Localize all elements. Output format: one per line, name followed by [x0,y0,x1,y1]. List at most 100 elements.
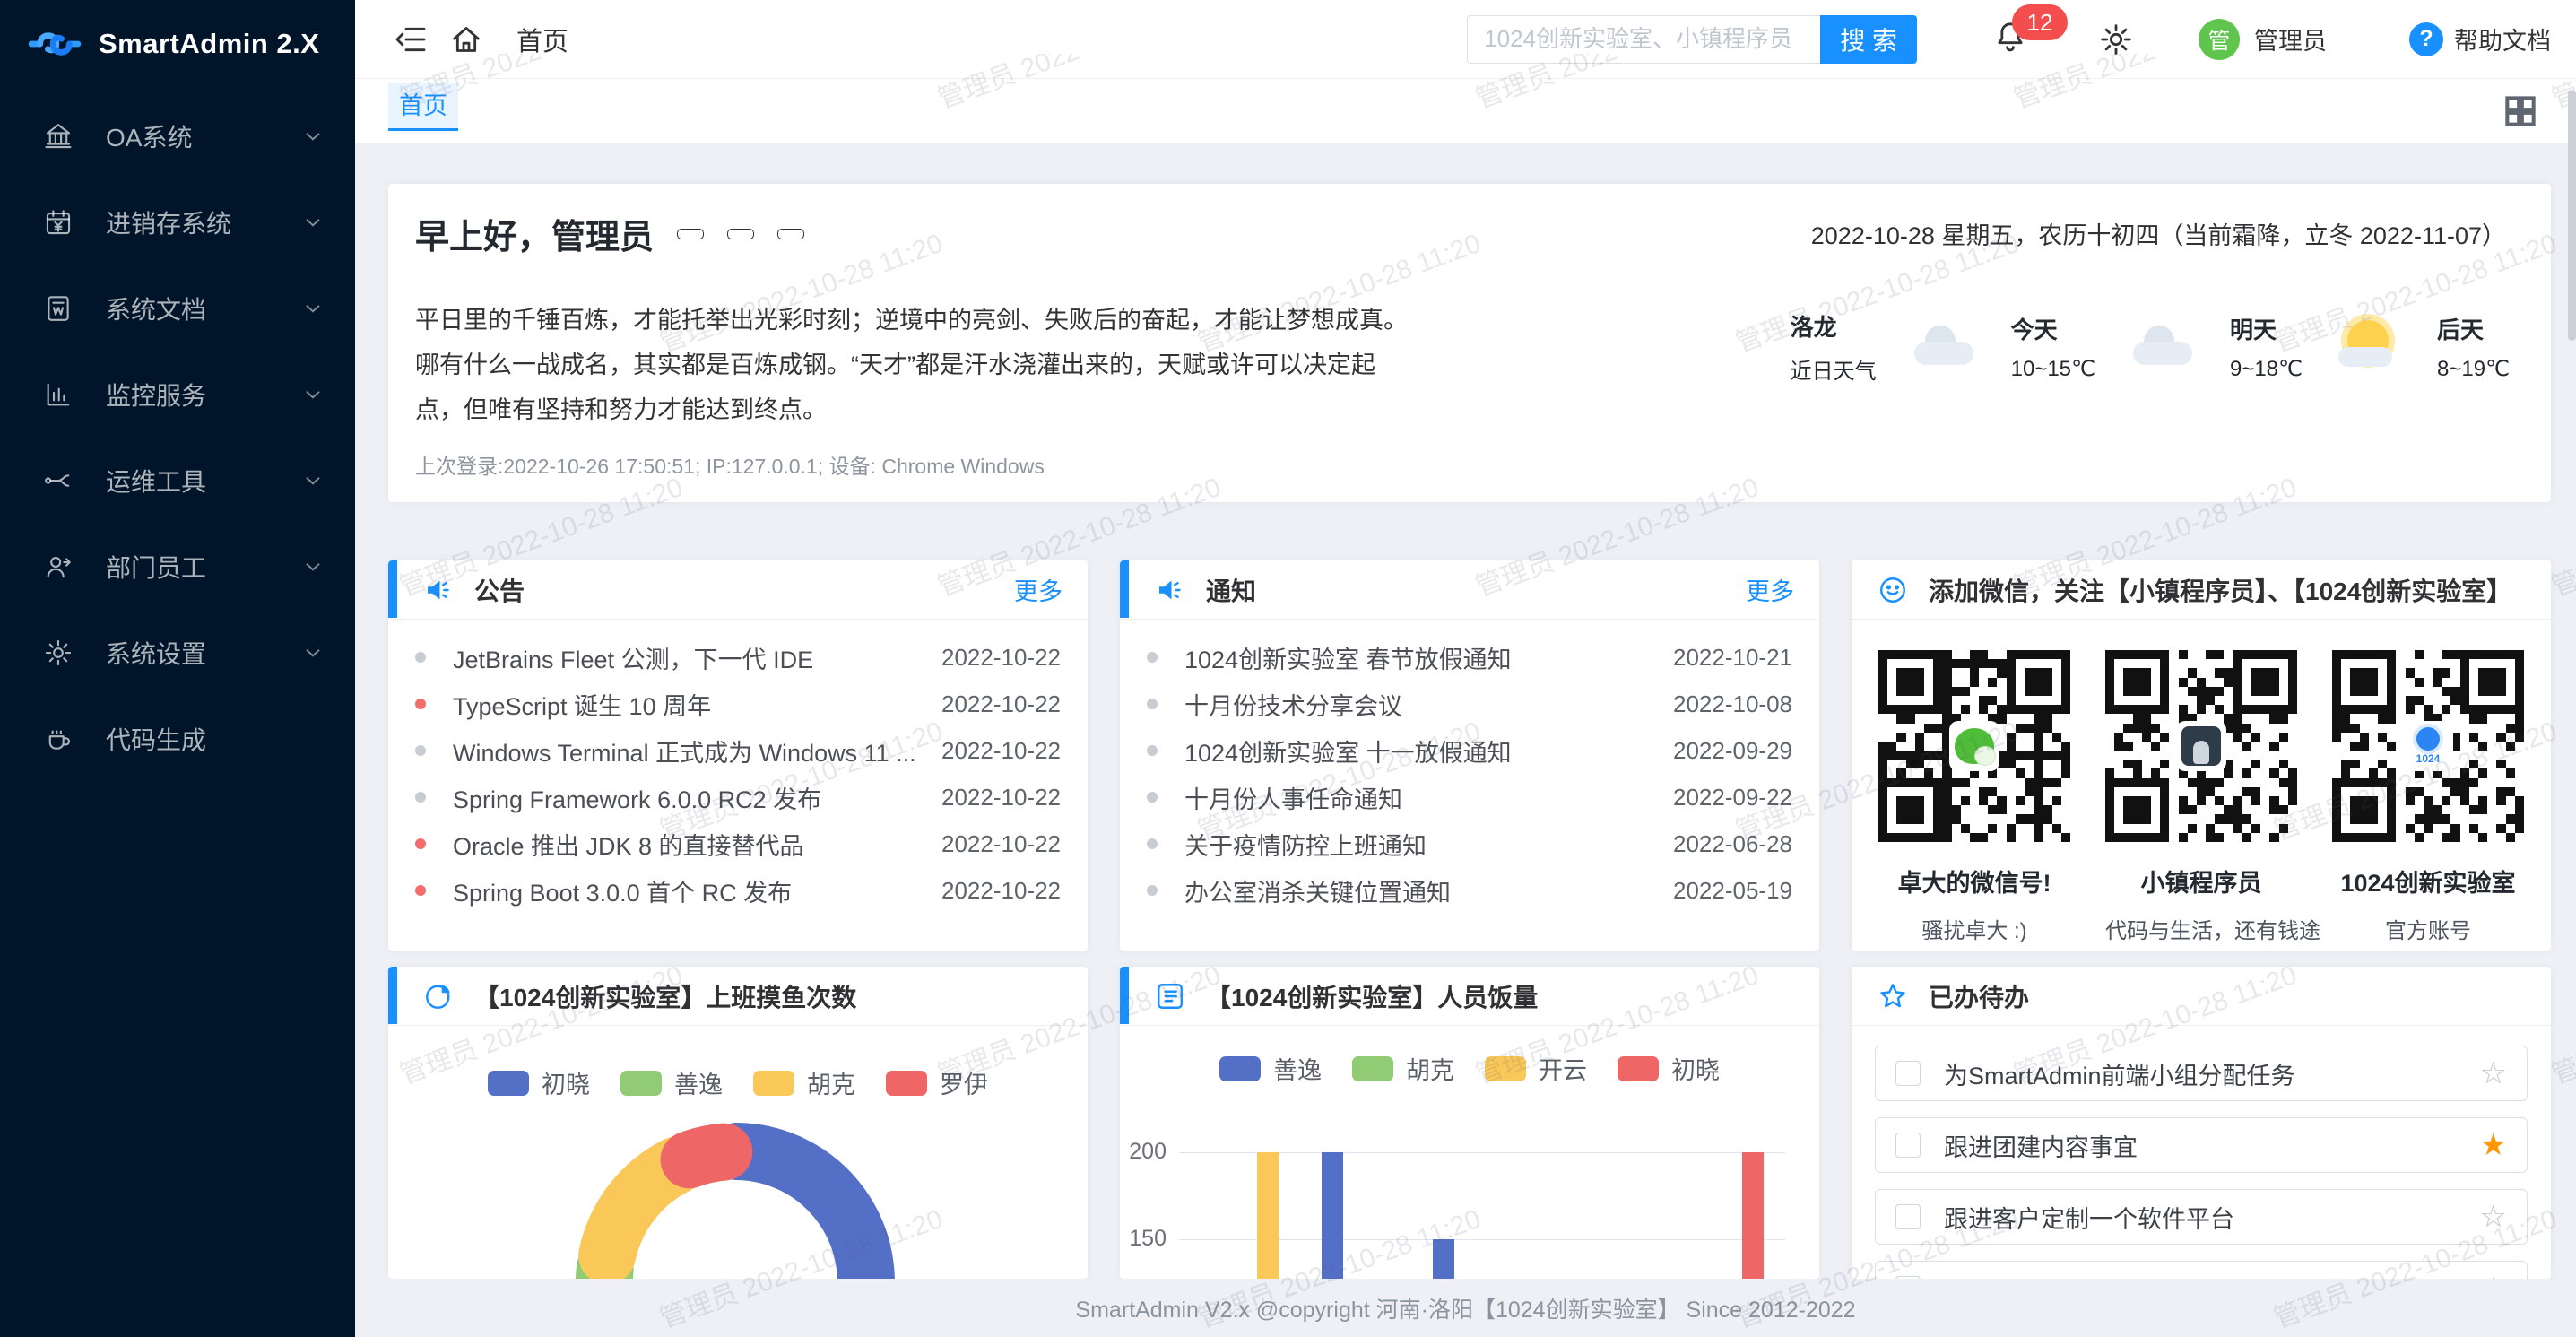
qr-center-logo [2176,721,2226,771]
qrcode-block: 小镇程序员 代码与生活，还有钱途 [2105,650,2297,944]
sidebar-item-icon [43,638,74,668]
legend-swatch [1485,1056,1526,1081]
list-item[interactable]: 关于疫情防控上班通知 2022-06-28 [1120,820,1819,867]
qr-name: 卓大的微信号! [1878,864,2070,899]
legend-item[interactable]: 善逸 [1219,1051,1322,1086]
legend-item[interactable]: 善逸 [620,1065,723,1100]
list-item[interactable]: 1024创新实验室 春节放假通知 2022-10-21 [1120,634,1819,681]
notices-header: 通知 更多 [1120,560,1819,620]
meal-chart-card: 【1024创新实验室】人员饭量 善逸 胡克 开云 [1120,967,1819,1279]
weather-day: 明天 9~18℃ [2230,312,2303,382]
todo-header: 已办待办 [1852,967,2551,1026]
notification-bell[interactable]: 12 [1992,19,2028,59]
qr-name: 1024创新实验室 [2332,864,2524,899]
sidebar-item[interactable]: 监控服务 [0,352,355,438]
sidebar-item[interactable]: 系统设置 [0,610,355,696]
list-item[interactable]: Oracle 推出 JDK 8 的直接替代品 2022-10-22 [388,820,1088,867]
search-button[interactable]: 搜 索 [1820,15,1917,64]
sidebar-item[interactable]: 运维工具 [0,438,355,524]
menu-fold-icon[interactable] [393,22,429,57]
tag-pill [677,229,704,239]
donut-legend: 初晓 善逸 胡克 罗伊 [388,1065,1088,1100]
item-dot [415,745,426,756]
sidebar: SmartAdmin 2.X OA系统 进销存系统 系统文档 监控服 [0,0,355,1337]
avatar: 管 [2199,19,2240,60]
qr-image [1878,650,2070,842]
sidebar-item-label: 部门员工 [106,549,301,585]
top-bar: 首页 搜 索 12 管 管理员 ? 帮助文档 [355,0,2576,79]
item-dot [1147,838,1158,849]
list-item[interactable]: Spring Boot 3.0.0 首个 RC 发布 2022-10-22 [388,867,1088,914]
sidebar-item-label: 代码生成 [106,721,301,757]
legend-item[interactable]: 胡克 [1352,1051,1454,1086]
sidebar-item-label: 系统设置 [106,635,301,671]
todo-item[interactable]: 跟进客户定制一个软件平台 [1875,1189,2528,1245]
sidebar-item-icon [43,551,74,582]
chevron-down-icon [301,555,325,578]
settings-gear-icon[interactable] [2098,22,2134,57]
chevron-down-icon [301,469,325,492]
checkbox[interactable] [1895,1204,1921,1229]
scrollbar-thumb[interactable] [2568,90,2576,341]
tab-home[interactable]: 首页 [388,83,458,131]
list-item[interactable]: Spring Framework 6.0.0 RC2 发布 2022-10-22 [388,774,1088,820]
help-link[interactable]: ? 帮助文档 [2409,22,2551,56]
checkbox[interactable] [1895,1133,1921,1158]
question-icon: ? [2409,22,2443,56]
legend-item[interactable]: 开云 [1485,1051,1587,1086]
user-menu[interactable]: 管 管理员 [2199,19,2327,60]
sidebar-item[interactable]: 部门员工 [0,524,355,610]
grid-layout-icon[interactable] [2501,91,2540,131]
legend-item[interactable]: 初晓 [1618,1051,1720,1086]
sidebar-item-icon [43,724,74,754]
chevron-down-icon [301,125,325,148]
chevron-down-icon [301,211,325,234]
todo-item[interactable]: 跟进团建内容事宜 [1875,1117,2528,1173]
bar-善逸 [1322,1152,1343,1279]
legend-swatch [488,1071,529,1096]
list-item[interactable]: 十月份人事任命通知 2022-09-22 [1120,774,1819,820]
legend-item[interactable]: 罗伊 [886,1065,988,1100]
breadcrumb[interactable]: 首页 [516,21,568,58]
todo-list: 为SmartAdmin前端小组分配任务 跟进团建内容事宜 跟进客户定制一个软件平… [1852,1026,2551,1279]
item-dot [1147,652,1158,663]
search-input[interactable] [1467,15,1820,64]
star-icon[interactable] [2480,1130,2507,1160]
checkbox[interactable] [1895,1061,1921,1086]
sidebar-item[interactable]: OA系统 [0,93,355,179]
star-icon[interactable] [2480,1058,2507,1089]
greeting-title: 早上好，管理员 [415,209,654,258]
home-icon[interactable] [448,22,484,57]
legend-item[interactable]: 胡克 [753,1065,855,1100]
announcements-header: 公告 更多 [388,560,1088,620]
star-icon[interactable] [2480,1202,2507,1232]
fish-chart-header: 【1024创新实验室】上班摸鱼次数 [388,967,1088,1026]
announcements-more-link[interactable]: 更多 [1014,572,1062,607]
app-logo[interactable]: SmartAdmin 2.X [0,0,355,72]
todo-item[interactable]: 为SmartAdmin前端小组分配任务 [1875,1046,2528,1101]
sidebar-item[interactable]: 系统文档 [0,265,355,352]
todo-item[interactable] [1875,1261,2528,1279]
sidebar-item-icon [43,379,74,410]
cards-row-2: 公告 更多 JetBrains Fleet 公测，下一代 IDE 2022-10… [388,560,2551,951]
list-item[interactable]: 1024创新实验室 十一放假通知 2022-09-29 [1120,727,1819,774]
tag-pill [777,229,804,239]
notices-more-link[interactable]: 更多 [1746,572,1794,607]
weather-day: 今天 10~15℃ [2011,312,2095,382]
legend-item[interactable]: 初晓 [488,1065,590,1100]
sidebar-item-icon [43,121,74,152]
notices-list: 1024创新实验室 春节放假通知 2022-10-21 十月份技术分享会议 20… [1120,620,1819,914]
weather-panel: 洛龙 近日天气 今天 10~15℃ [1791,309,2510,385]
list-item[interactable]: JetBrains Fleet 公测，下一代 IDE 2022-10-22 [388,634,1088,681]
list-item[interactable]: 办公室消杀关键位置通知 2022-05-19 [1120,867,1819,914]
item-dot [415,652,426,663]
list-item[interactable]: Windows Terminal 正式成为 Windows 11 ... 202… [388,727,1088,774]
item-dot [1147,792,1158,803]
list-item[interactable]: TypeScript 诞生 10 周年 2022-10-22 [388,681,1088,727]
sidebar-item[interactable]: 代码生成 [0,696,355,782]
qr-description: 官方账号 [2332,913,2524,944]
item-dot [415,885,426,896]
sidebar-item[interactable]: 进销存系统 [0,179,355,265]
list-item[interactable]: 十月份技术分享会议 2022-10-08 [1120,681,1819,727]
app-title: SmartAdmin 2.X [99,28,319,60]
